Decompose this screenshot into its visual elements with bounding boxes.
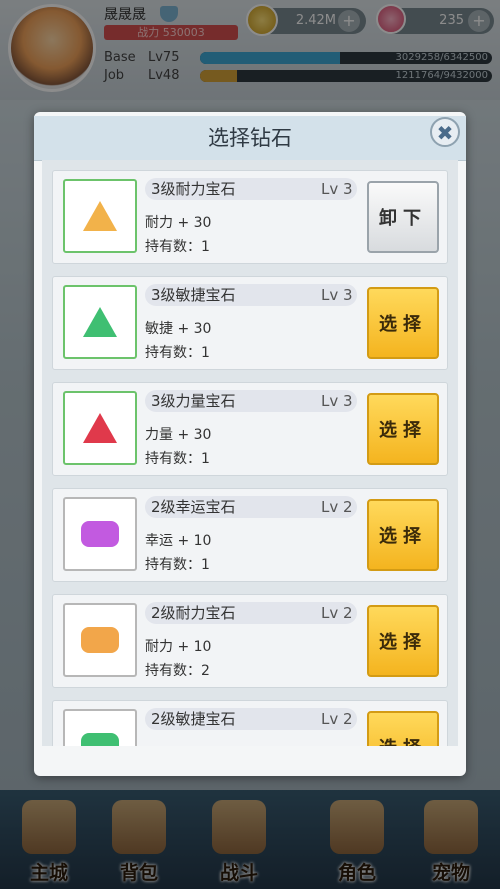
gem-icon [83,201,117,231]
gem-stat: 敏捷 + 30 [145,321,212,337]
gem-icon [81,733,119,746]
gem-owned-count: 持有数：1 [145,451,210,467]
unequip-button[interactable]: 卸下 [367,181,439,253]
gem-thumb [63,285,137,359]
gem-list[interactable]: 3级耐力宝石 Lv 3 耐力 + 30 持有数：1 卸下 3级敏捷宝石 Lv 3… [42,160,458,746]
gem-owned-count: 持有数：1 [145,345,210,361]
gem-level: Lv 3 [321,180,353,198]
close-icon[interactable]: ✖ [430,117,460,147]
gem-thumb [63,391,137,465]
gem-thumb [63,497,137,571]
gem-thumb [63,179,137,253]
gem-list-item: 2级敏捷宝石 Lv 2 选择 [52,700,448,746]
gem-thumb [63,709,137,746]
gem-thumb [63,603,137,677]
gem-level: Lv 2 [321,604,353,622]
gem-level: Lv 3 [321,392,353,410]
gem-icon [83,307,117,337]
select-button[interactable]: 选择 [367,393,439,465]
gem-list-item: 3级耐力宝石 Lv 3 耐力 + 30 持有数：1 卸下 [52,170,448,264]
gem-icon [83,413,117,443]
select-button[interactable]: 选择 [367,711,439,746]
gem-icon [81,627,119,653]
gem-icon [81,521,119,547]
gem-owned-count: 持有数：1 [145,557,210,573]
gem-owned-count: 持有数：1 [145,239,210,255]
gem-list-item: 3级敏捷宝石 Lv 3 敏捷 + 30 持有数：1 选择 [52,276,448,370]
gem-level: Lv 2 [321,498,353,516]
gem-stat: 幸运 + 10 [145,533,212,549]
gem-list-item: 3级力量宝石 Lv 3 力量 + 30 持有数：1 选择 [52,382,448,476]
gem-level: Lv 2 [321,710,353,728]
gem-level: Lv 3 [321,286,353,304]
select-button[interactable]: 选择 [367,287,439,359]
select-gem-dialog: 选择钻石 ✖ 3级耐力宝石 Lv 3 耐力 + 30 持有数：1 卸下 3级敏捷… [34,112,466,776]
gem-stat: 耐力 + 10 [145,639,212,655]
gem-list-item: 2级幸运宝石 Lv 2 幸运 + 10 持有数：1 选择 [52,488,448,582]
select-button[interactable]: 选择 [367,605,439,677]
select-button[interactable]: 选择 [367,499,439,571]
gem-stat: 耐力 + 30 [145,215,212,231]
dialog-title: 选择钻石 [34,116,466,161]
gem-owned-count: 持有数：2 [145,663,210,679]
gem-stat: 力量 + 30 [145,427,212,443]
gem-list-item: 2级耐力宝石 Lv 2 耐力 + 10 持有数：2 选择 [52,594,448,688]
